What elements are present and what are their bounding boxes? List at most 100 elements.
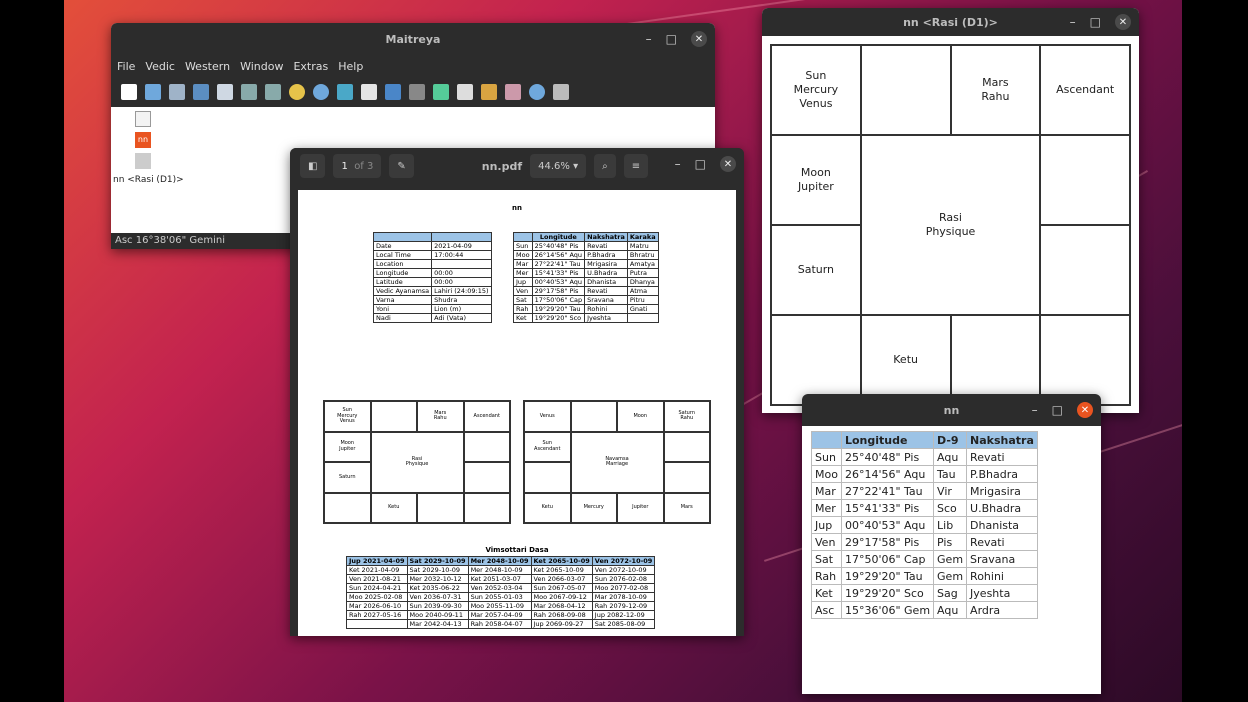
- table-cell: Vedic Ayanamsa: [372, 286, 433, 296]
- edit-icon[interactable]: [361, 84, 377, 100]
- column-header: [811, 431, 842, 449]
- document-label[interactable]: nn <Rasi (D1)>: [113, 175, 184, 185]
- search-icon[interactable]: [289, 84, 305, 100]
- menu-extras[interactable]: Extras: [293, 60, 328, 73]
- maximize-icon[interactable]: □: [695, 157, 706, 171]
- planet-icon[interactable]: [433, 84, 449, 100]
- table-cell: Bhratru: [626, 250, 659, 260]
- save-icon[interactable]: [169, 84, 185, 100]
- chart-house: Mars: [663, 492, 710, 523]
- table-cell: 15°41'33" Pis: [531, 268, 586, 278]
- column-header: Nakshatra: [966, 431, 1038, 449]
- table-cell: Jup 2082-12-09: [591, 610, 656, 620]
- dasa-table: Jup 2021-04-09 Sat 2029-10-09 Mer 2048-10-…: [346, 556, 656, 629]
- table-cell: Lahiri (24:09:15): [431, 286, 492, 296]
- nn-titlebar[interactable]: nn – □ ✕: [802, 394, 1101, 426]
- table-cell: Rah 2079-12-09: [591, 601, 656, 611]
- table-row: Longitude 00:00: [372, 268, 492, 278]
- table-row: Vedic Ayanamsa Lahiri (24:09:15): [372, 286, 492, 296]
- menu-western[interactable]: Western: [185, 60, 230, 73]
- chart-document-icon[interactable]: [135, 153, 151, 169]
- search-icon[interactable]: ⌕: [594, 154, 616, 178]
- pdf-navamsa-chart: Venus Moon Saturn Rahu Sun Ascendant Ketu Mer…: [523, 400, 711, 524]
- table-cell: Sat 2029-10-09: [406, 565, 469, 575]
- menu-icon[interactable]: ≡: [623, 154, 649, 178]
- new-icon[interactable]: [121, 84, 137, 100]
- pdf-page[interactable]: nn Date 2021-04-09 Local Time 17:00:44 Locat…: [298, 190, 736, 636]
- file-icon[interactable]: [135, 111, 151, 127]
- print-icon[interactable]: [193, 84, 209, 100]
- maximize-icon[interactable]: □: [1090, 15, 1101, 29]
- table-cell: Pis: [933, 533, 968, 551]
- maximize-icon[interactable]: □: [666, 32, 677, 46]
- table-row: Ket 19°29'20" Sco Sag Jyeshta: [811, 584, 1038, 602]
- table-cell: 27°22'41" Tau: [840, 482, 935, 500]
- chart-d1-icon[interactable]: [241, 84, 257, 100]
- table-icon[interactable]: [385, 84, 401, 100]
- pdf-titlebar[interactable]: ◧ 1 of 3 ✎ nn.pdf 44.6% ▾ ⌕ ≡ – □ ✕: [290, 148, 744, 184]
- table-cell: Lion (m): [431, 304, 492, 314]
- column-header: [513, 232, 533, 242]
- maitreya-titlebar[interactable]: Maitreya – □ ✕: [111, 23, 715, 55]
- table-row: Mar 2026-06-10 Sun 2039-09-30 Moo 2055-11-…: [346, 601, 656, 611]
- minimize-icon[interactable]: –: [646, 32, 652, 46]
- annotate-icon[interactable]: ✎: [389, 154, 414, 178]
- sidebar-toggle-icon[interactable]: ◧: [300, 154, 326, 178]
- table-cell: Asc: [811, 601, 842, 619]
- close-icon[interactable]: ✕: [1077, 402, 1093, 418]
- table-cell: Moo 2025-02-08: [346, 592, 408, 602]
- table-cell: Sravana: [966, 550, 1038, 568]
- basic-data-table: Date 2021-04-09 Local Time 17:00:44 Location…: [372, 232, 492, 323]
- maximize-icon[interactable]: □: [1052, 403, 1063, 417]
- table-cell: Sun: [811, 448, 842, 466]
- close-icon[interactable]: ✕: [720, 156, 736, 172]
- table-row: Ven 29°17'58" Pis Revati Atma: [513, 286, 659, 296]
- nn-document-icon[interactable]: nn: [135, 132, 151, 148]
- list-icon[interactable]: [409, 84, 425, 100]
- column-header: Longitude: [531, 232, 586, 242]
- zoom-icon[interactable]: [313, 84, 329, 100]
- chart-house: [524, 462, 571, 493]
- table-row: Sun 25°40'48" Pis Aqu Revati: [811, 448, 1038, 466]
- zoom-select[interactable]: 44.6% ▾: [530, 154, 587, 178]
- rasi-chart-window: nn <Rasi (D1)> – □ ✕ Sun Mercury Venus Ma…: [762, 8, 1139, 413]
- column-header: Ket 2065-10-09: [530, 556, 593, 566]
- close-icon[interactable]: ✕: [1115, 14, 1131, 30]
- chart-d9-icon[interactable]: [265, 84, 281, 100]
- table-cell: Tau: [933, 465, 968, 483]
- close-icon[interactable]: ✕: [691, 31, 707, 47]
- chart-house: Mars Rahu: [950, 45, 1041, 135]
- column-header: [431, 232, 492, 242]
- pdf-page-title: nn: [512, 204, 522, 212]
- menu-file[interactable]: File: [117, 60, 135, 73]
- table-cell: Ven 2072-10-09: [591, 565, 656, 575]
- table-cell: Gem: [933, 550, 968, 568]
- table-row: Sun 25°40'48" Pis Revati Matru: [513, 241, 659, 251]
- table-cell: Lib: [933, 516, 968, 534]
- page-number-field[interactable]: 1 of 3: [333, 154, 382, 178]
- menu-window[interactable]: Window: [240, 60, 283, 73]
- table-cell: 2021-04-09: [431, 241, 492, 251]
- table-row: Moo 2025-02-08 Ven 2036-07-31 Sun 2055-01-…: [346, 592, 656, 602]
- grid-icon[interactable]: [505, 84, 521, 100]
- minimize-icon[interactable]: –: [1032, 403, 1038, 417]
- table-cell: 00:00: [431, 277, 492, 287]
- page-number[interactable]: 1: [341, 161, 347, 172]
- document-icon[interactable]: [217, 84, 233, 100]
- book-icon[interactable]: [457, 84, 473, 100]
- table-cell: Gem: [933, 567, 968, 585]
- minimize-icon[interactable]: –: [1070, 15, 1076, 29]
- table-cell: Mar 2068-04-12: [530, 601, 593, 611]
- rasi-titlebar[interactable]: nn <Rasi (D1)> – □ ✕: [762, 8, 1139, 36]
- rasi-chart[interactable]: Sun Mercury Venus Mars Rahu Ascendant Moon …: [770, 44, 1131, 406]
- find-icon[interactable]: [337, 84, 353, 100]
- window-title: nn <Rasi (D1)>: [903, 15, 998, 29]
- menu-vedic[interactable]: Vedic: [145, 60, 175, 73]
- tools-icon[interactable]: [553, 84, 569, 100]
- chart-house: [370, 401, 417, 432]
- open-icon[interactable]: [145, 84, 161, 100]
- menu-help[interactable]: Help: [338, 60, 363, 73]
- minimize-icon[interactable]: –: [675, 157, 681, 171]
- globe-icon[interactable]: [529, 84, 545, 100]
- partners-icon[interactable]: [481, 84, 497, 100]
